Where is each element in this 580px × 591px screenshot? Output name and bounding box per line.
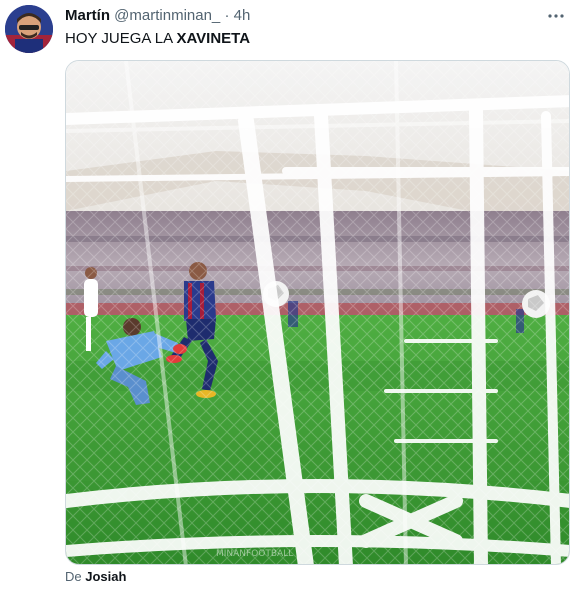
tweet-text-bold: XAVINETA: [176, 30, 251, 47]
tweet-header: Martín @martinminan_ · 4h: [65, 6, 250, 26]
source-prefix: De: [65, 569, 86, 584]
tweet-text: HOY JUEGA LA XAVINETA: [65, 29, 250, 49]
tweet-card[interactable]: Martín @martinminan_ · 4h HOY JUEGA LA X…: [0, 0, 580, 591]
more-horizontal-icon: [548, 14, 564, 18]
header-separator: ·: [224, 7, 230, 24]
video-still-image: MINANFOOTBALL: [66, 61, 569, 564]
tweet-timestamp[interactable]: 4h: [234, 7, 251, 24]
avatar-image: [5, 5, 53, 53]
author-display-name[interactable]: Martín: [65, 7, 110, 24]
media-source: De Josiah: [65, 569, 126, 585]
tweet-text-plain: HOY JUEGA LA: [65, 30, 177, 47]
source-name-link[interactable]: Josiah: [85, 569, 126, 584]
avatar[interactable]: [5, 5, 53, 53]
media-watermark: MINANFOOTBALL: [216, 549, 293, 559]
tweet-media[interactable]: MINANFOOTBALL: [65, 60, 570, 565]
more-options-button[interactable]: [546, 6, 566, 26]
author-handle[interactable]: @martinminan_: [114, 7, 220, 24]
